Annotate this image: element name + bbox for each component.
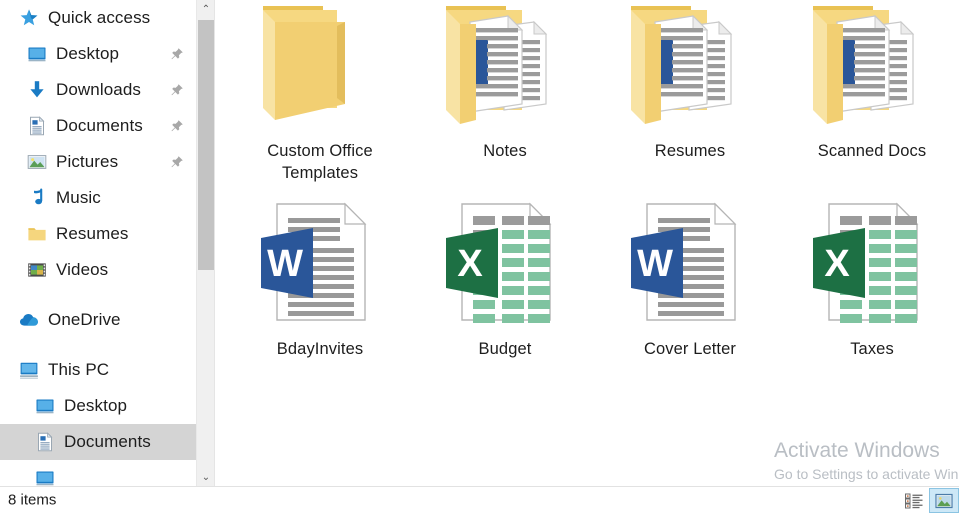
file-item-label: BdayInvites xyxy=(276,340,364,358)
file-item[interactable]: W Cover Letter xyxy=(601,198,779,360)
pin-icon[interactable] xyxy=(170,155,184,169)
onedrive-icon xyxy=(18,309,40,331)
pin-icon[interactable] xyxy=(170,119,184,133)
sidebar-item-onedrive[interactable]: OneDrive xyxy=(0,302,196,338)
sidebar-item-label: Videos xyxy=(56,260,109,279)
sidebar-item-label: Downloads xyxy=(56,80,142,99)
file-item-label: Taxes xyxy=(850,340,894,358)
this-pc-icon xyxy=(18,359,40,381)
svg-text:X: X xyxy=(457,243,483,285)
excel-doc-icon: X xyxy=(783,198,959,338)
item-count-label: 8 items xyxy=(8,491,57,509)
svg-text:W: W xyxy=(637,243,673,285)
file-item-label: Custom Office Templates xyxy=(267,142,373,182)
file-item-label: Cover Letter xyxy=(644,340,736,358)
file-item[interactable]: Custom Office Templates xyxy=(231,0,409,184)
sidebar-item-desktop[interactable]: Desktop xyxy=(0,388,196,424)
word-doc-icon: W xyxy=(601,198,779,338)
sidebar-item-label: Resumes xyxy=(56,224,129,243)
sidebar-item-label: OneDrive xyxy=(48,310,121,329)
nav-group-spacer xyxy=(0,288,196,302)
sidebar-item-videos[interactable]: Videos xyxy=(0,252,196,288)
scroll-up-arrow-icon[interactable]: ⌃ xyxy=(197,0,215,18)
desktop-icon xyxy=(34,467,56,486)
file-item[interactable]: Scanned Docs xyxy=(783,0,959,162)
file-list-view[interactable]: Custom Office Templates Notes Resumes Scann… xyxy=(215,0,959,486)
view-toggle-group xyxy=(899,487,959,513)
navigation-pane-scrollbar[interactable]: ⌃ ⌄ xyxy=(196,0,214,486)
file-item-label: Budget xyxy=(478,340,532,358)
details-view-button[interactable] xyxy=(899,488,929,513)
file-item[interactable]: X Budget xyxy=(416,198,594,360)
sidebar-item-label: This PC xyxy=(48,360,110,379)
word-doc-icon: W xyxy=(231,198,409,338)
large-icons-view-button[interactable] xyxy=(929,488,959,513)
sidebar-item-label: Documents xyxy=(64,432,151,451)
document-icon xyxy=(26,115,48,137)
sidebar-item-desktop[interactable]: Desktop xyxy=(0,36,196,72)
svg-text:X: X xyxy=(824,243,850,285)
navigation-pane: Quick access Desktop Downloads Documents Pic… xyxy=(0,0,196,486)
scrollbar-thumb[interactable] xyxy=(198,20,214,270)
document-icon xyxy=(34,431,56,453)
sidebar-item-this-pc[interactable]: This PC xyxy=(0,352,196,388)
file-item[interactable]: Notes xyxy=(416,0,594,162)
svg-text:W: W xyxy=(267,243,303,285)
sidebar-item-documents[interactable]: Documents xyxy=(0,108,196,144)
download-icon xyxy=(26,79,48,101)
status-bar: 8 items xyxy=(0,486,959,513)
desktop-icon xyxy=(34,395,56,417)
star-icon xyxy=(18,7,40,29)
sidebar-item-clipped[interactable] xyxy=(0,460,196,486)
file-item[interactable]: W BdayInvites xyxy=(231,198,409,360)
sidebar-item-label: Quick access xyxy=(48,8,151,27)
sidebar-item-resumes[interactable]: Resumes xyxy=(0,216,196,252)
sidebar-item-documents[interactable]: Documents xyxy=(0,424,196,460)
file-item[interactable]: X Taxes xyxy=(783,198,959,360)
file-item-label: Notes xyxy=(483,142,527,160)
sidebar-item-pictures[interactable]: Pictures xyxy=(0,144,196,180)
sidebar-item-label: Music xyxy=(56,188,101,207)
folder-docs-icon xyxy=(783,0,959,140)
sidebar-item-label: Documents xyxy=(56,116,143,135)
pin-icon[interactable] xyxy=(170,47,184,61)
folder-icon xyxy=(26,223,48,245)
sidebar-item-quick-access[interactable]: Quick access xyxy=(0,0,196,36)
file-item-label: Scanned Docs xyxy=(817,142,927,160)
music-icon xyxy=(26,187,48,209)
file-item-label: Resumes xyxy=(654,142,726,160)
folder-docs-icon xyxy=(416,0,594,140)
folder-docs-icon xyxy=(601,0,779,140)
sidebar-item-label: Desktop xyxy=(56,44,120,63)
file-explorer-window: Quick access Desktop Downloads Documents Pic… xyxy=(0,0,959,513)
sidebar-item-label: Desktop xyxy=(64,396,128,415)
file-item[interactable]: Resumes xyxy=(601,0,779,162)
sidebar-item-label: Pictures xyxy=(56,152,119,171)
scroll-down-arrow-icon[interactable]: ⌄ xyxy=(197,468,215,486)
videos-icon xyxy=(26,259,48,281)
folder-empty-icon xyxy=(231,0,409,140)
pictures-icon xyxy=(26,151,48,173)
sidebar-item-music[interactable]: Music xyxy=(0,180,196,216)
pin-icon[interactable] xyxy=(170,83,184,97)
excel-doc-icon: X xyxy=(416,198,594,338)
nav-group-spacer xyxy=(0,338,196,352)
sidebar-item-downloads[interactable]: Downloads xyxy=(0,72,196,108)
desktop-icon xyxy=(26,43,48,65)
